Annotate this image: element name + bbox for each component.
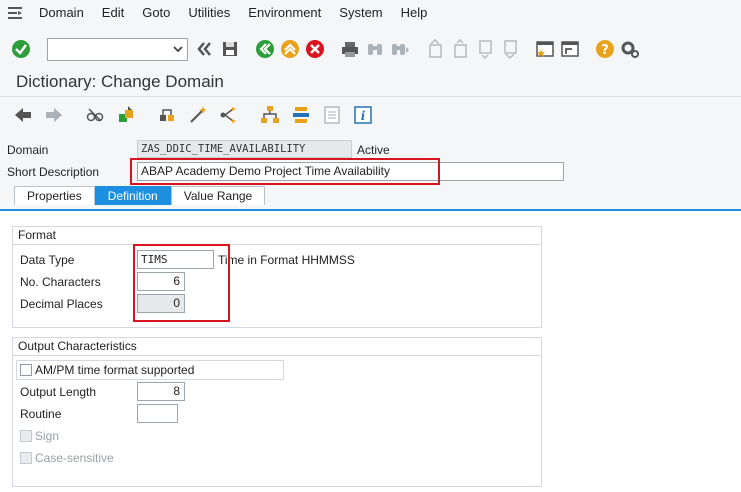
menu-edit[interactable]: Edit [93, 0, 133, 26]
tab-properties[interactable]: Properties [14, 186, 95, 205]
cancel-icon[interactable] [304, 38, 326, 60]
menu-system[interactable]: System [330, 0, 391, 26]
menu-environment[interactable]: Environment [239, 0, 330, 26]
menu-goto[interactable]: Goto [133, 0, 179, 26]
domain-field: ZAS_DDIC_TIME_AVAILABILITY [137, 140, 352, 158]
exit-icon[interactable] [279, 38, 301, 60]
tab-strip: Properties Definition Value Range [14, 186, 266, 205]
enter-icon[interactable] [10, 38, 32, 60]
menu-utilities[interactable]: Utilities [179, 0, 239, 26]
output-characteristics-group: Output Characteristics AM/PM time format… [12, 337, 542, 487]
case-sensitive-label: Case-sensitive [35, 451, 114, 465]
case-sensitive-checkbox [20, 452, 32, 464]
find-next-icon[interactable] [389, 38, 411, 60]
save-icon[interactable] [219, 38, 241, 60]
other-object-icon[interactable] [115, 104, 137, 126]
highlight-box [130, 158, 440, 185]
previous-page-icon[interactable] [449, 38, 471, 60]
menu-help[interactable]: Help [392, 0, 437, 26]
system-menu-icon[interactable] [0, 0, 30, 26]
next-page-icon[interactable] [474, 38, 496, 60]
stack-icon[interactable] [290, 104, 312, 126]
output-length-label: Output Length [20, 385, 97, 399]
ampm-label: AM/PM time format supported [35, 363, 195, 377]
svg-text:?: ? [601, 43, 609, 58]
arrow-right-icon[interactable] [43, 104, 65, 126]
page-title: Dictionary: Change Domain [16, 72, 224, 91]
title-divider [0, 96, 741, 97]
new-session-icon[interactable] [534, 38, 556, 60]
sign-label: Sign [35, 429, 60, 443]
output-group-title: Output Characteristics [13, 338, 541, 356]
customize-layout-icon[interactable] [619, 38, 641, 60]
standard-toolbar: ? [0, 30, 741, 68]
format-group-title: Format [13, 227, 541, 245]
routine-input[interactable] [137, 404, 178, 423]
format-group: Format Data Type TIMS Time in Format HHM… [12, 226, 542, 328]
status-text: Active [357, 143, 390, 157]
check-object-icon[interactable] [156, 104, 178, 126]
highlight-box-format [133, 244, 230, 322]
hierarchy-icon[interactable] [259, 104, 281, 126]
no-characters-label: No. Characters [20, 275, 101, 289]
display-change-icon[interactable] [84, 104, 106, 126]
data-type-label: Data Type [20, 253, 75, 267]
domain-label: Domain [7, 143, 49, 157]
arrow-left-icon[interactable] [12, 104, 34, 126]
where-used-icon[interactable] [218, 104, 240, 126]
document-icon[interactable] [321, 104, 343, 126]
sign-checkbox [20, 430, 32, 442]
first-page-icon[interactable] [424, 38, 446, 60]
menu-domain[interactable]: Domain [30, 0, 93, 26]
tab-definition[interactable]: Definition [94, 186, 171, 205]
shortcut-icon[interactable] [559, 38, 581, 60]
command-field[interactable] [47, 37, 188, 61]
application-toolbar: i [0, 102, 741, 128]
short-description-label: Short Description [7, 165, 100, 179]
routine-label: Routine [20, 407, 62, 421]
svg-text:i: i [361, 109, 366, 123]
chevron-down-icon[interactable] [172, 43, 184, 55]
print-icon[interactable] [339, 38, 361, 60]
last-page-icon[interactable] [499, 38, 521, 60]
ampm-checkbox[interactable] [20, 364, 32, 376]
back-icon[interactable] [254, 38, 276, 60]
output-length-input[interactable]: 8 [137, 382, 185, 401]
menu-bar: Domain Edit Goto Utilities Environment S… [0, 0, 741, 26]
tab-value-range[interactable]: Value Range [170, 186, 266, 205]
help-icon[interactable]: ? [594, 38, 616, 60]
find-icon[interactable] [364, 38, 386, 60]
decimal-places-label: Decimal Places [20, 297, 103, 311]
tab-content: Format Data Type TIMS Time in Format HHM… [0, 211, 741, 492]
data-type-description: Time in Format HHMMSS [218, 253, 355, 267]
info-icon[interactable]: i [352, 104, 374, 126]
activate-icon[interactable] [187, 104, 209, 126]
back-double-icon[interactable] [194, 38, 216, 60]
